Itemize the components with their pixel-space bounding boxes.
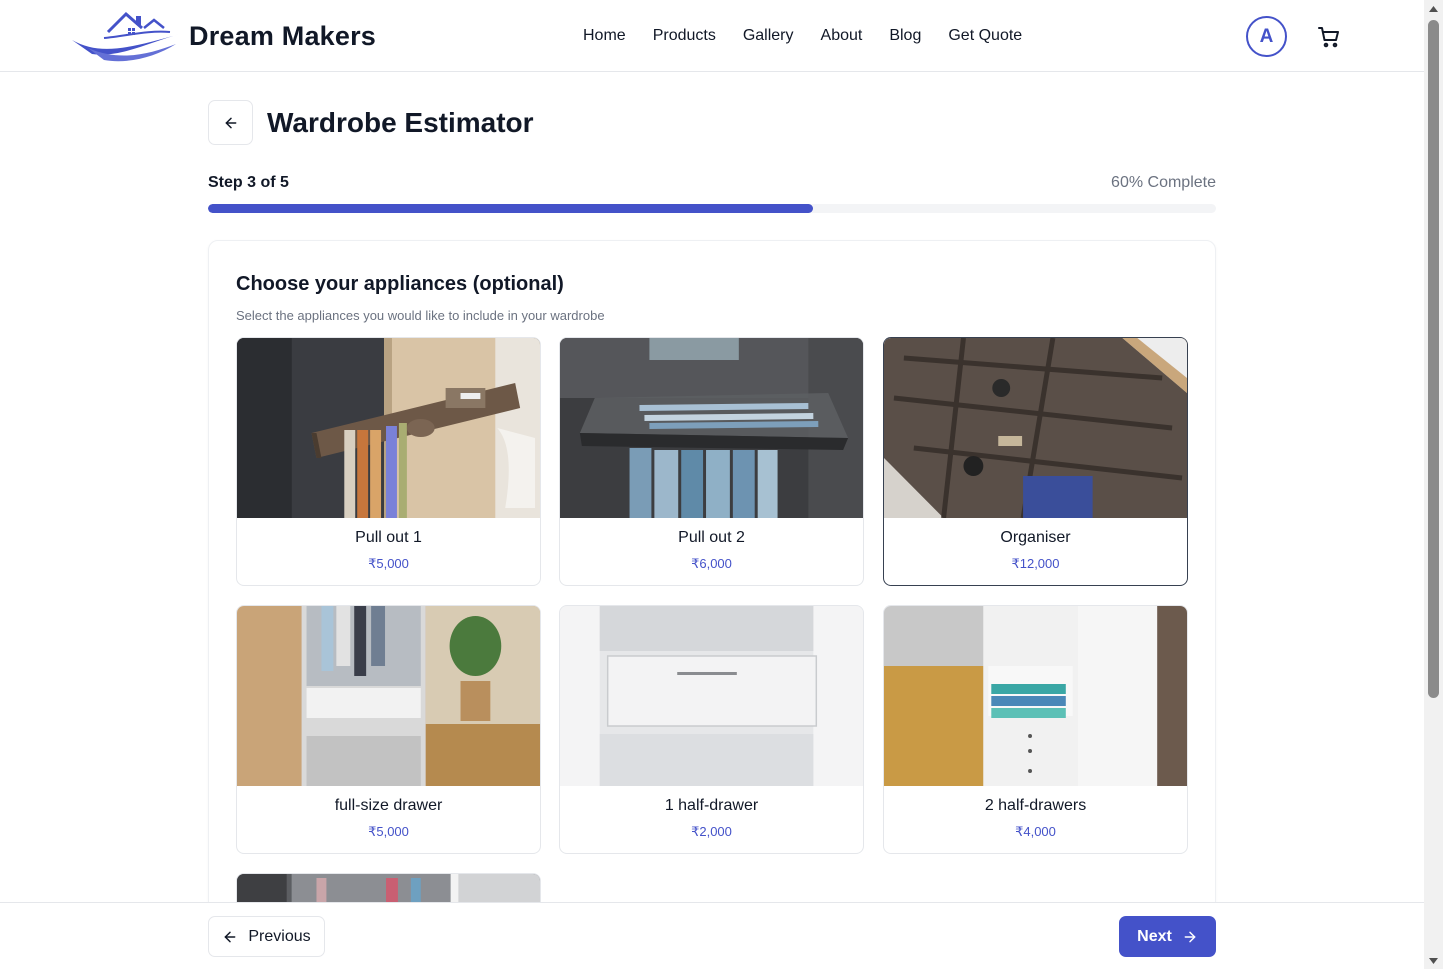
appliance-card-pull-out-2[interactable]: Pull out 2 ₹6,000	[559, 337, 864, 586]
appliance-price: ₹2,000	[691, 824, 732, 839]
arrow-right-icon	[1184, 931, 1196, 942]
appliance-image	[884, 606, 1187, 786]
user-avatar[interactable]: A	[1246, 16, 1287, 57]
page: Dream Makers Home Products Gallery About…	[0, 0, 1443, 969]
appliance-card-partial[interactable]	[236, 873, 541, 902]
appliance-image	[560, 606, 863, 786]
main-nav: Home Products Gallery About Blog Get Quo…	[583, 27, 1049, 45]
appliance-name: 2 half-drawers	[984, 797, 1087, 814]
nav-get-quote[interactable]: Get Quote	[948, 27, 1022, 45]
appliance-card-2-half-drawers[interactable]: 2 half-drawers ₹4,000	[883, 605, 1188, 854]
scroll-up-arrow-icon[interactable]	[1424, 0, 1443, 17]
section-subtitle: Select the appliances you would like to …	[236, 308, 605, 323]
section-title: Choose your appliances (optional)	[236, 273, 564, 295]
appliance-card-1-half-drawer[interactable]: 1 half-drawer ₹2,000	[559, 605, 864, 854]
scrollbar-thumb[interactable]	[1428, 20, 1439, 698]
appliance-card-organiser[interactable]: Organiser ₹12,000	[883, 337, 1188, 586]
appliance-name: Pull out 1	[355, 529, 422, 546]
step-indicator: Step 3 of 5	[208, 174, 289, 191]
next-button[interactable]: Next	[1119, 916, 1216, 957]
appliance-price: ₹6,000	[691, 556, 732, 571]
nav-gallery[interactable]: Gallery	[743, 27, 794, 45]
nav-about[interactable]: About	[821, 27, 863, 45]
appliance-image	[237, 338, 540, 518]
appliance-name: Pull out 2	[678, 529, 745, 546]
scroll-down-arrow-icon[interactable]	[1424, 952, 1443, 969]
nav-products[interactable]: Products	[653, 27, 716, 45]
appliance-card-full-size-drawer[interactable]: full-size drawer ₹5,000	[236, 605, 541, 854]
back-button[interactable]	[208, 100, 253, 145]
appliance-image	[237, 874, 540, 902]
appliance-image	[884, 338, 1187, 518]
previous-button[interactable]: Previous	[208, 916, 325, 957]
progress-bar-fill	[208, 204, 813, 213]
shopping-cart-icon[interactable]	[1317, 25, 1341, 49]
previous-label: Previous	[248, 927, 311, 945]
appliance-card-pull-out-1[interactable]: Pull out 1 ₹5,000	[236, 337, 541, 586]
appliance-image	[237, 606, 540, 786]
appliance-price: ₹5,000	[368, 824, 409, 839]
site-header: Dream Makers Home Products Gallery About…	[0, 0, 1424, 72]
appliance-price: ₹5,000	[368, 556, 409, 571]
appliance-image	[560, 338, 863, 518]
arrow-left-icon	[224, 931, 236, 942]
appliance-name: Organiser	[1000, 529, 1071, 546]
page-scrollbar[interactable]	[1424, 0, 1443, 969]
appliance-name: 1 half-drawer	[664, 797, 759, 814]
appliance-price: ₹12,000	[1011, 556, 1060, 571]
progress-bar	[208, 204, 1216, 213]
appliance-price: ₹4,000	[1015, 824, 1056, 839]
arrow-left-icon	[225, 117, 236, 128]
appliance-name: full-size drawer	[334, 797, 443, 814]
nav-blog[interactable]: Blog	[889, 27, 921, 45]
page-title: Wardrobe Estimator	[267, 107, 534, 138]
next-label: Next	[1137, 927, 1172, 945]
nav-home[interactable]: Home	[583, 27, 626, 45]
logo-icon[interactable]	[70, 8, 182, 64]
brand-name[interactable]: Dream Makers	[189, 21, 376, 52]
progress-percent: 60% Complete	[1111, 174, 1216, 191]
